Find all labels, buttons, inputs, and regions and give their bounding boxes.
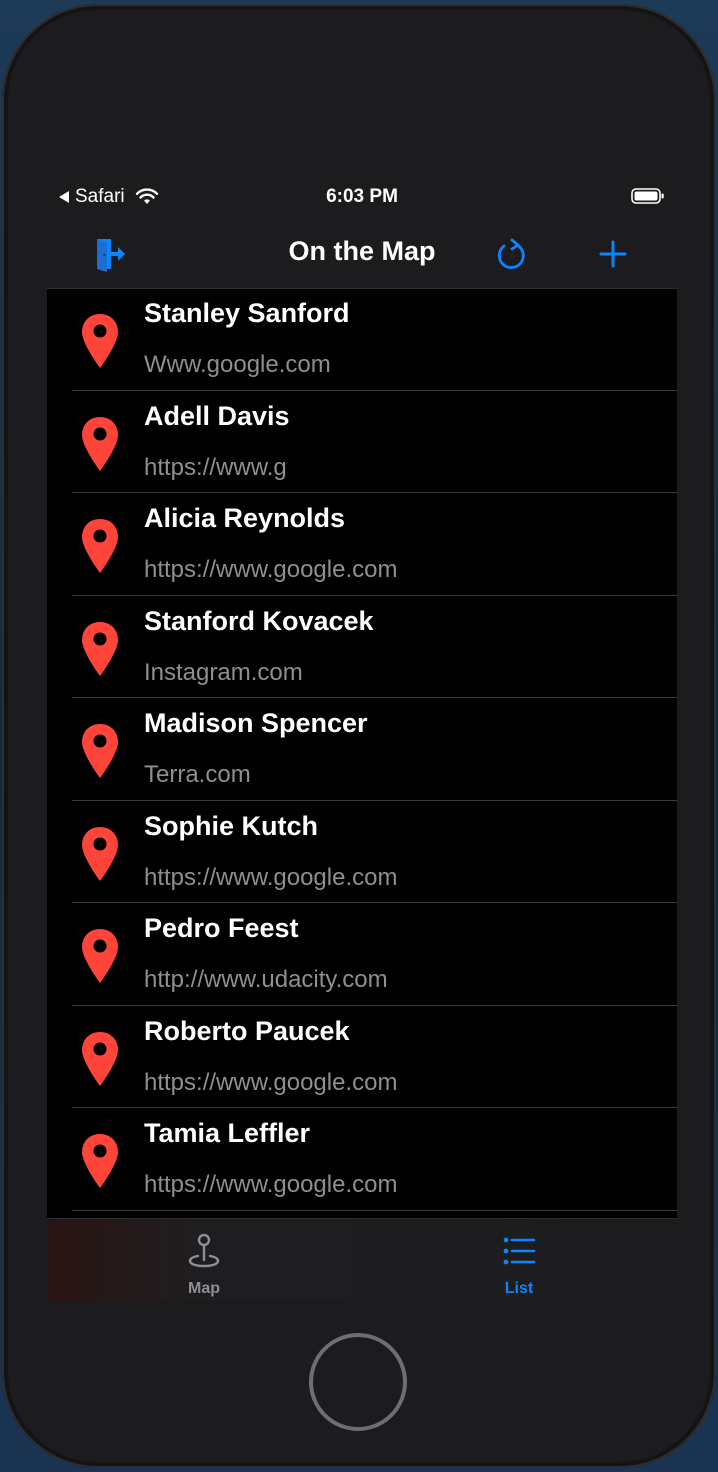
student-name: Stanford Kovacek: [144, 605, 374, 636]
map-pin-icon: [82, 826, 118, 881]
page-title: On the Map: [288, 236, 436, 266]
map-pin-icon: [82, 314, 118, 368]
status-time: 6:03 PM: [326, 186, 398, 207]
student-url: https://www.google.com: [144, 556, 398, 583]
list-item[interactable]: Adell Davis https://www.g: [47, 391, 677, 494]
student-name: Adell Davis: [144, 400, 290, 431]
plus-icon: [599, 240, 627, 268]
student-url: https://www.google.com: [144, 1171, 398, 1198]
map-pin-icon: [82, 519, 118, 573]
list-item[interactable]: Madison Spencer Terra.com: [47, 698, 677, 801]
list-item[interactable]: Alicia Reynolds https://www.google.com: [47, 493, 677, 596]
list-item[interactable]: Stanley Sanford Www.google.com: [47, 288, 677, 391]
student-url: https://www.g: [144, 453, 287, 481]
student-name: Pedro Feest: [144, 913, 299, 943]
tab-bar: Map List: [47, 1218, 677, 1301]
battery-icon: [631, 188, 664, 204]
refresh-icon: [497, 238, 525, 269]
student-url: https://www.google.com: [144, 1068, 398, 1096]
navigation-bar: On the Map: [47, 220, 677, 289]
student-name: Sophie Kutch: [144, 810, 318, 841]
student-url: Www.google.com: [144, 351, 331, 378]
student-url: https://www.google.com: [144, 863, 398, 891]
app-screen: Safari 6:03 PM On the Map Stanley Sanfor…: [47, 180, 677, 1301]
refresh-button[interactable]: [490, 232, 534, 276]
student-name: Madison Spencer: [144, 708, 368, 738]
student-name: Tamia Leffler: [144, 1118, 311, 1148]
tab-list-label: List: [504, 1280, 534, 1297]
list-item[interactable]: Stanford Kovacek Instagram.com: [47, 596, 677, 699]
tab-map[interactable]: Map: [144, 1219, 264, 1301]
student-list: Stanley Sanford Www.google.com Adell Dav…: [47, 288, 677, 1211]
tab-list[interactable]: List: [459, 1219, 579, 1301]
add-location-button[interactable]: [591, 232, 635, 276]
map-pin-icon: [82, 724, 118, 778]
phone-frame: Safari 6:03 PM On the Map Stanley Sanfor…: [2, 4, 716, 1468]
list-item[interactable]: Sophie Kutch https://www.google.com: [47, 801, 677, 904]
student-name: Alicia Reynolds: [144, 503, 346, 533]
list-item[interactable]: Roberto Paucek https://www.google.com: [47, 1006, 677, 1109]
student-url: http://www.udacity.com: [144, 966, 388, 993]
map-pin-icon: [188, 1233, 220, 1268]
student-url: Terra.com: [144, 761, 251, 788]
home-button[interactable]: [309, 1333, 407, 1431]
list-icon: [503, 1237, 536, 1265]
map-pin-icon: [82, 1134, 118, 1188]
map-pin-icon: [82, 1031, 118, 1086]
map-pin-icon: [82, 929, 118, 983]
status-bar: Safari 6:03 PM: [47, 180, 677, 220]
list-item[interactable]: Tamia Leffler https://www.google.com: [47, 1108, 677, 1211]
tab-map-label: Map: [188, 1280, 220, 1297]
map-pin-icon: [82, 621, 118, 676]
student-name: Stanley Sanford: [144, 298, 350, 328]
list-item[interactable]: Pedro Feest http://www.udacity.com: [47, 903, 677, 1006]
map-pin-icon: [82, 416, 118, 471]
student-url: Instagram.com: [144, 658, 303, 686]
student-name: Roberto Paucek: [144, 1015, 350, 1046]
